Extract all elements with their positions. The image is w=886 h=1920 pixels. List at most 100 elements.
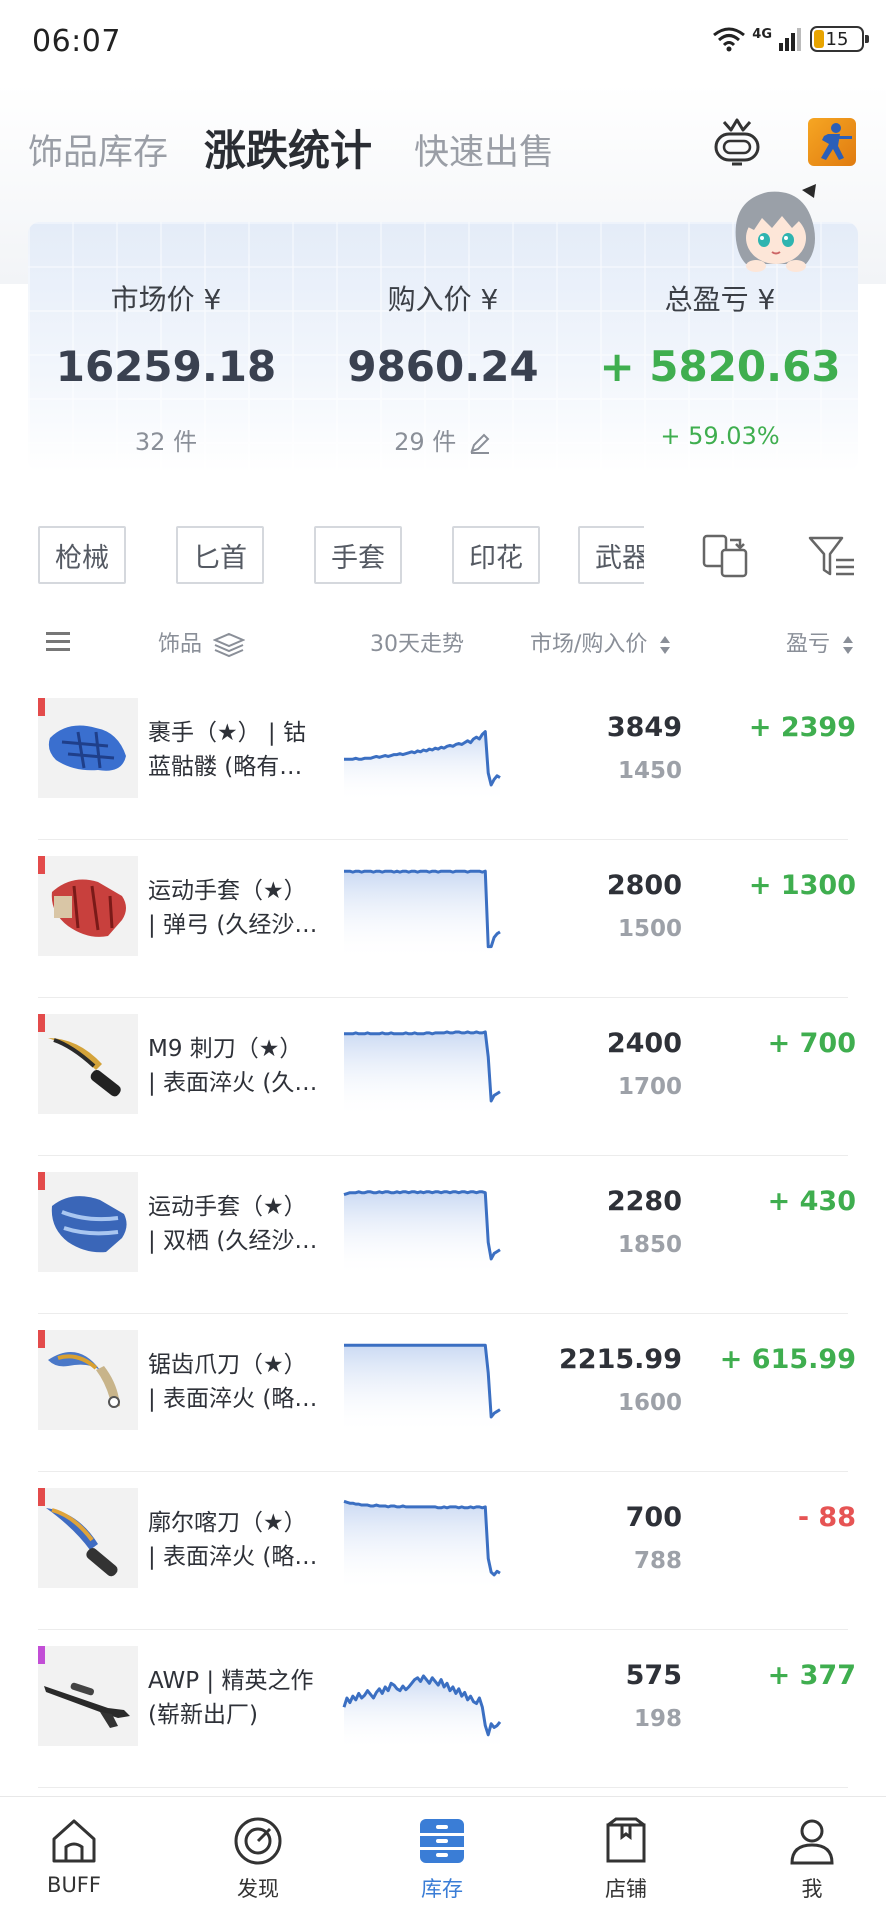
trend-column-header: 30天走势 bbox=[370, 632, 464, 657]
price-column-header[interactable]: 市场/购入价 bbox=[530, 626, 672, 658]
nav-label: 发现 bbox=[237, 1877, 279, 1901]
discover-icon bbox=[234, 1817, 282, 1865]
market-price: 2280 bbox=[606, 1186, 682, 1217]
market-price: 3849 bbox=[606, 712, 682, 743]
item-column-label: 饰品 bbox=[158, 632, 203, 657]
category-filters: 枪械 匕首 手套 印花 武器 bbox=[0, 500, 886, 610]
purchase-label: 购入价 ¥ bbox=[387, 283, 499, 316]
item-name: 运动手套（★） | 弹弓 (久经沙… bbox=[148, 878, 318, 938]
list-item[interactable]: 裹手（★） | 钴蓝骷髅 (略有… 3849 1450 + 2399 bbox=[0, 682, 886, 840]
sparkline-area bbox=[344, 1191, 500, 1276]
bottom-nav: BUFF 发现 库存 店铺 我 bbox=[0, 1796, 886, 1920]
shop-icon bbox=[606, 1817, 646, 1863]
home-icon bbox=[52, 1819, 96, 1863]
price-column-label: 市场/购入价 bbox=[530, 632, 648, 657]
market-value: 16259.18 bbox=[55, 342, 277, 391]
profit-loss: + 615.99 bbox=[719, 1344, 856, 1375]
wifi-icon bbox=[713, 27, 746, 52]
robot-icon[interactable] bbox=[712, 116, 762, 168]
market-count: 32 件 bbox=[134, 428, 198, 456]
purchase-value: 9860.24 bbox=[347, 342, 539, 391]
nav-label: 店铺 bbox=[605, 1877, 647, 1901]
item-name: 锯齿爪刀（★） | 表面淬火 (略… bbox=[148, 1352, 318, 1412]
sport-gloves-blue-icon bbox=[38, 1172, 138, 1272]
sparkline-area bbox=[344, 1345, 500, 1434]
menu-icon[interactable] bbox=[46, 630, 70, 652]
profit-loss: + 700 bbox=[767, 1028, 856, 1059]
rarity-marker bbox=[38, 1172, 45, 1190]
trend-sparkline bbox=[342, 1674, 502, 1750]
profit-loss: - 88 bbox=[797, 1502, 856, 1533]
market-price: 2215.99 bbox=[559, 1344, 682, 1375]
nav-shop[interactable]: 店铺 bbox=[566, 1815, 686, 1903]
trend-sparkline bbox=[344, 730, 501, 802]
item-name: 廓尔喀刀（★） | 表面淬火 (略… bbox=[148, 1510, 318, 1570]
chip-gloves[interactable]: 手套 bbox=[314, 526, 402, 584]
nav-profile[interactable]: 我 bbox=[752, 1815, 872, 1903]
trend-sparkline bbox=[344, 869, 501, 960]
purchase-count-row[interactable]: 29 件 bbox=[305, 422, 581, 457]
list-item[interactable]: 廓尔喀刀（★） | 表面淬火 (略… 700 788 - 88 bbox=[0, 1472, 886, 1630]
tab-inventory[interactable]: 饰品库存 bbox=[28, 124, 168, 175]
profit-loss: + 2399 bbox=[748, 712, 856, 743]
chip-rifles[interactable]: 枪械 bbox=[38, 526, 126, 584]
tab-profit-stats[interactable]: 涨跌统计 bbox=[204, 117, 372, 178]
talon-knife-icon bbox=[38, 1330, 138, 1430]
sort-icon bbox=[843, 636, 854, 654]
purchase-count: 29 件 bbox=[394, 428, 457, 456]
csgo-app-icon[interactable] bbox=[808, 118, 856, 166]
rarity-marker bbox=[38, 1646, 45, 1664]
list-item[interactable]: 运动手套（★） | 双栖 (久经沙… 2280 1850 + 430 bbox=[0, 1156, 886, 1314]
purchase-price: 788 bbox=[633, 1548, 682, 1574]
rarity-marker bbox=[38, 698, 45, 716]
column-headers: 饰品 30天走势 市场/购入价 盈亏 bbox=[0, 610, 886, 670]
item-name: AWP | 精英之作 (崭新出厂) bbox=[148, 1668, 314, 1728]
edit-icon[interactable] bbox=[468, 431, 492, 455]
trend-sparkline bbox=[343, 1190, 501, 1276]
trend-sparkline bbox=[343, 1499, 501, 1592]
purchase-price: 1700 bbox=[617, 1074, 682, 1100]
soldier-icon bbox=[821, 123, 852, 160]
inventory-icon bbox=[420, 1819, 464, 1863]
awp-rifle-icon bbox=[38, 1646, 138, 1746]
purchase-price: 198 bbox=[633, 1706, 682, 1732]
nav-label: 我 bbox=[801, 1877, 823, 1901]
chip-weapons[interactable]: 武器 bbox=[578, 526, 644, 584]
trend-sparkline bbox=[344, 1030, 501, 1118]
nav-inventory[interactable]: 库存 bbox=[382, 1815, 502, 1903]
status-bar: 06:07 4G 15 bbox=[0, 0, 886, 84]
item-column-header[interactable]: 饰品 bbox=[158, 626, 246, 658]
nav-buff[interactable]: BUFF bbox=[14, 1815, 134, 1897]
item-name: 裹手（★） | 钴蓝骷髅 (略有… bbox=[148, 720, 306, 780]
list-item[interactable]: AWP | 精英之作 (崭新出厂) 575 198 + 377 bbox=[0, 1630, 886, 1788]
network-type: 4G bbox=[752, 26, 772, 42]
rarity-marker bbox=[38, 1014, 45, 1032]
list-item[interactable]: 运动手套（★） | 弹弓 (久经沙… 2800 1500 + 1300 bbox=[0, 840, 886, 998]
tab-quick-sell[interactable]: 快速出售 bbox=[414, 124, 554, 175]
trend-sparkline bbox=[344, 1343, 501, 1434]
kukri-knife-icon bbox=[38, 1488, 138, 1588]
market-price: 575 bbox=[625, 1660, 682, 1691]
list-item[interactable]: 锯齿爪刀（★） | 表面淬火 (略… 2215.99 1600 + 615.99 bbox=[0, 1314, 886, 1472]
profit-loss: + 430 bbox=[767, 1186, 856, 1217]
profit-loss: + 377 bbox=[767, 1660, 856, 1691]
sparkline-area bbox=[344, 1675, 500, 1750]
m9-bayonet-icon bbox=[38, 1014, 138, 1114]
filter-icon[interactable] bbox=[806, 530, 858, 582]
profit-label: 总盈亏 ¥ bbox=[664, 283, 776, 316]
chip-stickers[interactable]: 印花 bbox=[452, 526, 540, 584]
swap-icon[interactable] bbox=[700, 530, 752, 582]
blue-wraps-icon bbox=[38, 698, 138, 798]
sparkline-area bbox=[344, 731, 500, 802]
profit-percent: + 59.03% bbox=[660, 422, 780, 450]
nav-discover[interactable]: 发现 bbox=[198, 1815, 318, 1903]
purchase-price: 1600 bbox=[617, 1390, 682, 1416]
status-time: 06:07 bbox=[32, 24, 121, 59]
list-item[interactable]: M9 刺刀（★） | 表面淬火 (久… 2400 1700 + 700 bbox=[0, 998, 886, 1156]
profit-column-header[interactable]: 盈亏 bbox=[786, 626, 855, 658]
profit-loss: + 1300 bbox=[748, 870, 856, 901]
sparkline-area bbox=[344, 1501, 500, 1592]
chip-knives[interactable]: 匕首 bbox=[176, 526, 264, 584]
purchase-price: 1500 bbox=[617, 916, 682, 942]
mascot-sticker-icon bbox=[735, 184, 816, 272]
